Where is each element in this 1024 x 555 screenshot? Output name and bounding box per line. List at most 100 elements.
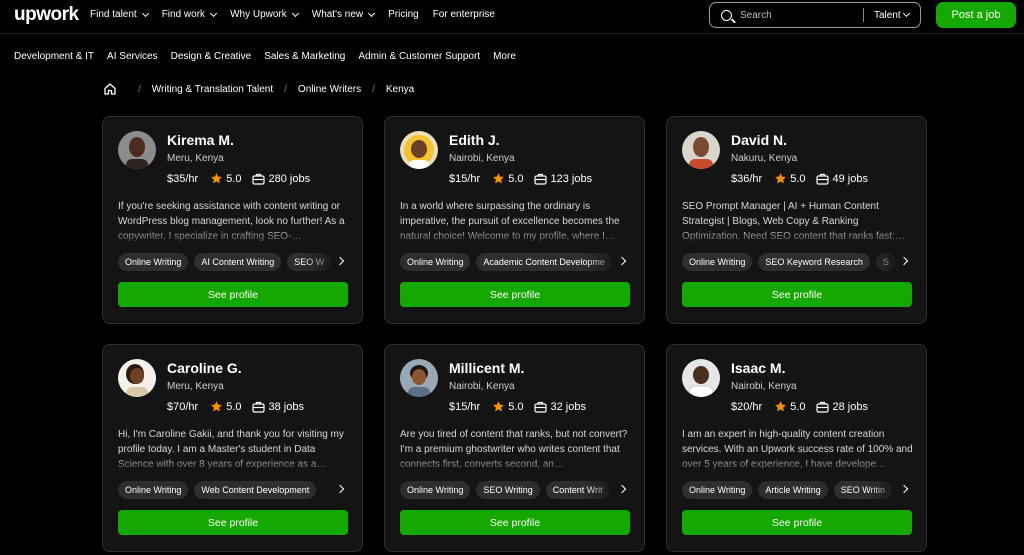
freelancer-name[interactable]: Kirema M. xyxy=(167,132,234,148)
nav-for-enterprise[interactable]: For enterprise xyxy=(433,9,495,20)
avatar[interactable] xyxy=(682,131,720,169)
skill-chip[interactable]: Online Writing xyxy=(118,481,189,499)
skill-chip[interactable]: Online Writing xyxy=(118,253,189,271)
nav-find-talent[interactable]: Find talent xyxy=(90,9,149,20)
freelancer-name[interactable]: David N. xyxy=(731,132,787,148)
freelancer-location: Nairobi, Kenya xyxy=(449,381,515,392)
skills-fade xyxy=(585,481,622,499)
freelancer-stats: $15/hr 5.0 123 jobs xyxy=(449,172,592,185)
avatar[interactable] xyxy=(400,131,438,169)
category-bar: Development & IT AI Services Design & Cr… xyxy=(14,51,516,62)
breadcrumb-kenya: Kenya xyxy=(385,83,415,95)
nav-whats-new[interactable]: What's new xyxy=(311,9,376,20)
breadcrumb-online-writers[interactable]: Online Writers xyxy=(298,84,361,95)
jobs-count: 28 jobs xyxy=(832,400,868,413)
category-sales-marketing[interactable]: Sales & Marketing xyxy=(264,51,345,62)
see-profile-button[interactable]: See profile xyxy=(118,510,348,535)
nav-label: Pricing xyxy=(388,9,419,20)
post-a-job-button[interactable]: Post a job xyxy=(936,2,1016,28)
breadcrumb-writing-translation[interactable]: Writing & Translation Talent xyxy=(152,84,273,95)
category-development-it[interactable]: Development & IT xyxy=(14,51,94,62)
skill-chip[interactable]: Online Writing xyxy=(400,481,471,499)
briefcase-icon xyxy=(815,173,829,185)
see-profile-button[interactable]: See profile xyxy=(400,282,630,307)
freelancer-location: Meru, Kenya xyxy=(167,381,224,392)
avatar[interactable] xyxy=(682,359,720,397)
top-navigation-bar: upwork Find talent Find work Why Upwork … xyxy=(0,0,1024,34)
nav-find-work[interactable]: Find work xyxy=(161,9,218,20)
freelancer-stats: $70/hr 5.0 38 jobs xyxy=(167,400,304,413)
freelancer-location: Nakuru, Kenya xyxy=(731,153,798,164)
star-icon xyxy=(211,173,223,184)
briefcase-icon xyxy=(533,401,547,413)
nav-label: Find work xyxy=(161,9,206,20)
see-profile-button[interactable]: See profile xyxy=(400,510,630,535)
skill-chip[interactable]: Article Writing xyxy=(758,481,828,499)
hourly-rate: $35/hr xyxy=(167,172,199,185)
category-ai-services[interactable]: AI Services xyxy=(107,51,158,62)
hourly-rate: $15/hr xyxy=(449,400,481,413)
hourly-rate: $20/hr xyxy=(731,400,763,413)
freelancer-location: Nairobi, Kenya xyxy=(731,381,797,392)
chevron-down-icon xyxy=(368,9,376,17)
jobs-count: 38 jobs xyxy=(268,400,304,413)
bio-fade xyxy=(118,228,350,244)
briefcase-icon xyxy=(251,173,265,185)
search-input[interactable] xyxy=(740,9,850,21)
freelancer-card: Isaac M. Nairobi, Kenya $20/hr 5.0 28 jo… xyxy=(666,344,927,552)
search-divider xyxy=(863,8,864,22)
chevron-down-icon xyxy=(210,9,218,17)
category-design-creative[interactable]: Design & Creative xyxy=(171,51,252,62)
freelancer-card: Caroline G. Meru, Kenya $70/hr 5.0 38 jo… xyxy=(102,344,363,552)
freelancer-card: Kirema M. Meru, Kenya $35/hr 5.0 280 job… xyxy=(102,116,363,324)
see-profile-button[interactable]: See profile xyxy=(682,510,912,535)
avatar[interactable] xyxy=(400,359,438,397)
nav-pricing[interactable]: Pricing xyxy=(388,9,419,20)
avatar[interactable] xyxy=(118,131,156,169)
freelancer-name[interactable]: Caroline G. xyxy=(167,360,242,376)
upwork-logo[interactable]: upwork xyxy=(14,4,79,26)
skill-chip[interactable]: SEO Writing xyxy=(476,481,540,499)
skill-chip[interactable]: SEO Keyword Research xyxy=(758,253,870,271)
breadcrumb: / Writing & Translation Talent / Online … xyxy=(103,82,414,96)
search-bar: Talent xyxy=(709,2,921,28)
skill-chip[interactable]: Online Writing xyxy=(682,481,753,499)
search-scope-select[interactable]: Talent xyxy=(874,10,910,21)
nav-label: What's new xyxy=(311,9,364,20)
bio-fade xyxy=(682,228,914,244)
search-icon[interactable] xyxy=(721,9,732,21)
nav-label: Find talent xyxy=(90,9,137,20)
chevron-down-icon xyxy=(291,9,299,17)
category-admin-support[interactable]: Admin & Customer Support xyxy=(358,51,480,62)
home-icon[interactable] xyxy=(103,82,117,96)
skill-chip[interactable]: Online Writing xyxy=(400,253,471,271)
skill-chip[interactable]: AI Content Writing xyxy=(194,253,282,271)
hourly-rate: $70/hr xyxy=(167,400,199,413)
nav-why-upwork[interactable]: Why Upwork xyxy=(230,9,299,20)
main-nav: Find talent Find work Why Upwork What's … xyxy=(90,9,495,20)
freelancer-location: Meru, Kenya xyxy=(167,153,224,164)
skills-list: Online Writing Web Content Development xyxy=(118,481,340,499)
see-profile-button[interactable]: See profile xyxy=(682,282,912,307)
jobs-count: 280 jobs xyxy=(268,172,311,185)
skill-chip[interactable]: Online Writing xyxy=(682,253,753,271)
briefcase-icon xyxy=(815,401,829,413)
category-more[interactable]: More xyxy=(493,51,516,62)
freelancer-card: David N. Nakuru, Kenya $36/hr 5.0 49 job… xyxy=(666,116,927,324)
briefcase-icon xyxy=(533,173,547,185)
avatar[interactable] xyxy=(118,359,156,397)
bio-fade xyxy=(118,456,350,472)
see-profile-button[interactable]: See profile xyxy=(118,282,348,307)
freelancer-name[interactable]: Isaac M. xyxy=(731,360,785,376)
skills-fade xyxy=(585,253,622,271)
skill-chip[interactable]: Web Content Development xyxy=(194,481,317,499)
freelancer-stats: $20/hr 5.0 28 jobs xyxy=(731,400,868,413)
freelancer-name[interactable]: Edith J. xyxy=(449,132,500,148)
freelancer-name[interactable]: Millicent M. xyxy=(449,360,524,376)
hourly-rate: $36/hr xyxy=(731,172,763,185)
freelancer-stats: $36/hr 5.0 49 jobs xyxy=(731,172,868,185)
rating: 5.0 xyxy=(226,400,242,413)
rating: 5.0 xyxy=(790,172,806,185)
skills-fade xyxy=(303,253,340,271)
freelancer-stats: $15/hr 5.0 32 jobs xyxy=(449,400,586,413)
